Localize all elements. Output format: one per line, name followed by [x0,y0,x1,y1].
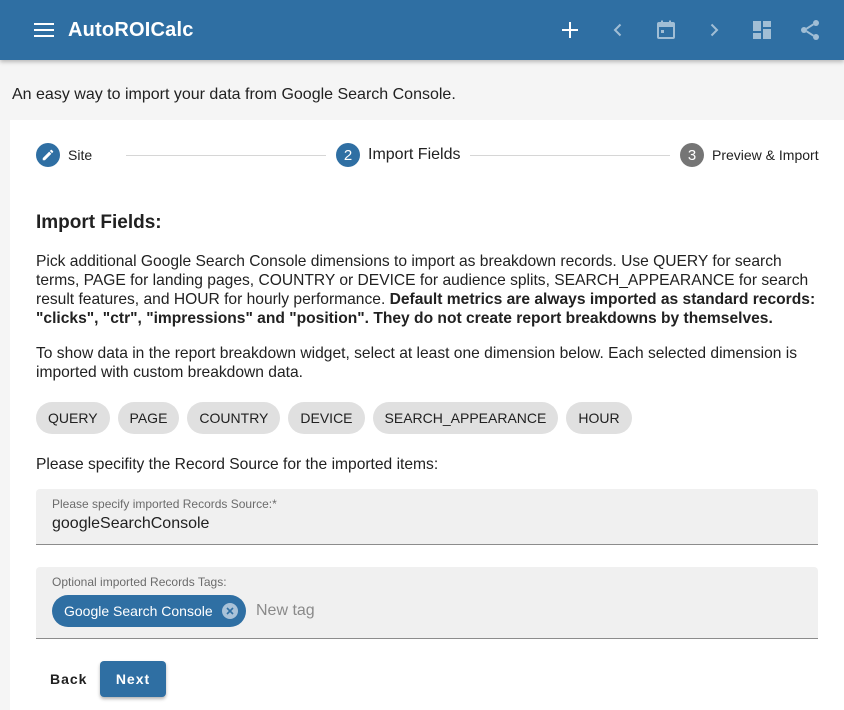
menu-icon[interactable] [32,18,56,42]
stepper: Site 2 Import Fields 3 Preview & Import [10,142,844,170]
step-number: 3 [680,143,704,167]
chip-country[interactable]: COUNTRY [187,402,281,434]
app-bar: AutoROICalc [0,0,844,60]
records-tags-field[interactable]: Optional imported Records Tags: Google S… [36,567,818,639]
toolbar-actions [546,0,844,60]
app-title: AutoROICalc [68,18,194,41]
back-button[interactable]: Back [38,661,99,697]
intro-text: An easy way to import your data from Goo… [12,86,456,103]
records-source-label: Please specify imported Records Source:* [52,497,277,511]
step-number: 2 [336,143,360,167]
step-preview-import-label: Preview & Import [712,147,819,163]
records-source-input[interactable]: googleSearchConsole [52,515,209,533]
chip-search-appearance[interactable]: SEARCH_APPEARANCE [372,402,559,434]
step-site-label: Site [68,147,93,163]
step-import-fields[interactable]: 2 Import Fields [336,142,460,168]
step-site[interactable]: Site [36,142,92,168]
step-connector [126,155,326,156]
tag-chip-google-search-console[interactable]: Google Search Console [52,595,246,627]
records-source-field[interactable]: Please specify imported Records Source:*… [36,489,818,545]
chevron-right-icon[interactable] [690,6,738,54]
chevron-left-icon[interactable] [594,6,642,54]
step-import-fields-label: Import Fields [368,146,461,163]
add-icon[interactable] [546,6,594,54]
chip-hour[interactable]: HOUR [566,402,632,434]
step-connector [470,155,670,156]
chip-page[interactable]: PAGE [117,402,180,434]
dashboard-icon[interactable] [738,6,786,54]
step-preview-import[interactable]: 3 Preview & Import [680,142,819,168]
tag-chip-label: Google Search Console [64,603,213,619]
new-tag-input[interactable] [256,599,556,623]
dimensions-description: Pick additional Google Search Console di… [36,252,816,328]
breakdown-hint: To show data in the report breakdown wid… [36,345,798,381]
calendar-icon[interactable] [642,6,690,54]
import-card: Site 2 Import Fields 3 Preview & Import … [10,120,844,710]
records-tags-label: Optional imported Records Tags: [52,575,227,589]
chip-query[interactable]: QUERY [36,402,110,434]
record-source-prompt: Please specifity the Record Source for t… [36,456,439,473]
chip-device[interactable]: DEVICE [288,402,365,434]
section-title: Import Fields: [36,212,162,233]
next-button[interactable]: Next [100,661,166,697]
close-icon[interactable] [221,603,238,619]
pencil-icon [36,143,60,167]
share-icon[interactable] [786,6,834,54]
dimension-chips: QUERY PAGE COUNTRY DEVICE SEARCH_APPEARA… [36,402,640,434]
